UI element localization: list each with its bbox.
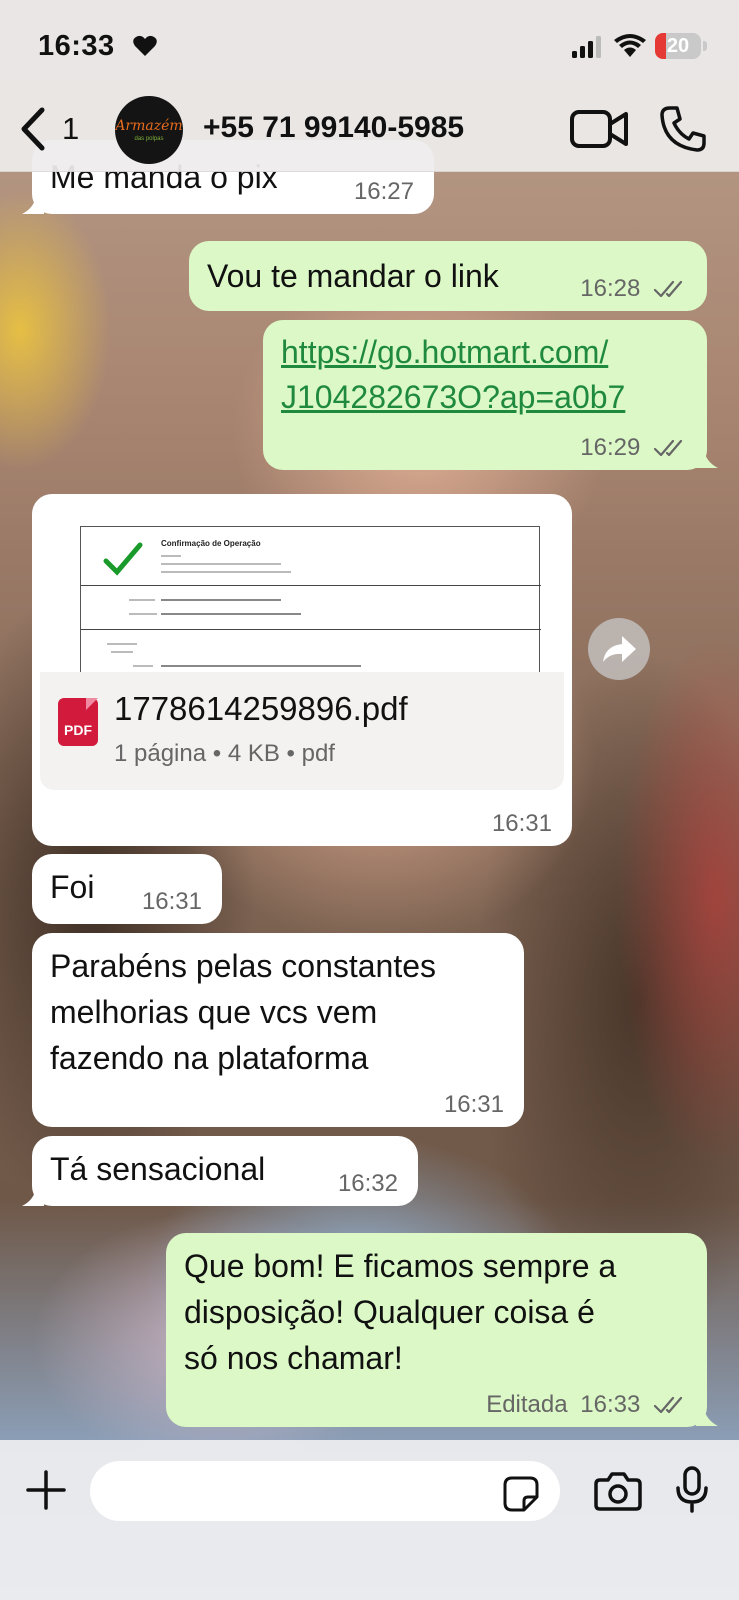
battery-level: 20 xyxy=(666,35,690,57)
message-time: 16:28 xyxy=(580,275,641,302)
message-outgoing[interactable]: Vou te mandar o link 16:28 xyxy=(189,241,707,311)
message-incoming[interactable]: Tá sensacional 16:32 xyxy=(32,1136,418,1206)
message-line: melhorias que vcs vem xyxy=(50,994,378,1030)
contact-name[interactable]: +55 71 99140-5985 xyxy=(203,111,464,145)
pdf-icon-label: PDF xyxy=(64,722,92,738)
forward-icon xyxy=(603,636,636,662)
chevron-left-icon[interactable] xyxy=(14,104,54,154)
bubble-tail xyxy=(696,1408,718,1426)
document-file-name: 1778614259896.pdf xyxy=(114,690,408,727)
bubble-tail xyxy=(696,450,718,468)
signal-icon xyxy=(572,36,601,58)
plus-icon[interactable] xyxy=(24,1468,68,1512)
message-line: Que bom! E ficamos sempre a xyxy=(184,1248,617,1284)
double-check-icon xyxy=(653,1396,683,1414)
message-line: disposição! Qualquer coisa é xyxy=(184,1294,595,1330)
message-time: 16:32 xyxy=(337,1170,398,1197)
message-time: 16:29 xyxy=(580,434,641,461)
message-text: Que bom! E ficamos sempre a disposição! … xyxy=(184,1243,616,1381)
message-document[interactable]: Confirmação de Operação PDF 177861425989… xyxy=(32,494,572,846)
message-time: 16:33 xyxy=(580,1391,641,1418)
message-outgoing-link[interactable]: https://go.hotmart.com/ J104282673O?ap=a… xyxy=(263,320,707,470)
bubble-tail xyxy=(22,196,44,214)
message-time: 16:31 xyxy=(141,888,202,915)
bubble-tail xyxy=(22,1188,44,1206)
message-text: Parabéns pelas constantes melhorias que … xyxy=(50,943,436,1081)
document-preview[interactable]: Confirmação de Operação xyxy=(40,502,564,672)
microphone-icon[interactable] xyxy=(674,1466,710,1514)
avatar-logo-subtext: das polpas xyxy=(134,136,164,142)
message-line: só nos chamar! xyxy=(184,1340,403,1376)
message-incoming[interactable]: Foi 16:31 xyxy=(32,854,222,924)
status-time: 16:33 xyxy=(38,30,115,62)
sticker-icon[interactable] xyxy=(502,1475,540,1513)
phone-icon[interactable] xyxy=(658,104,708,154)
unread-count[interactable]: 1 xyxy=(62,111,79,147)
message-text: Vou te mandar o link xyxy=(207,258,499,294)
message-incoming[interactable]: Parabéns pelas constantes melhorias que … xyxy=(32,933,524,1127)
message-time: 16:31 xyxy=(491,810,552,837)
message-line: fazendo na plataforma xyxy=(50,1040,369,1076)
message-time: 16:31 xyxy=(443,1091,504,1118)
double-check-icon xyxy=(653,439,683,457)
message-text: Foi xyxy=(50,869,95,905)
avatar-logo-text: Armazém xyxy=(115,118,183,134)
message-line: Parabéns pelas constantes xyxy=(50,948,437,984)
message-time: 16:27 xyxy=(353,178,414,205)
document-page: Confirmação de Operação xyxy=(80,526,541,672)
double-check-icon xyxy=(653,280,683,298)
pdf-file-icon: PDF xyxy=(58,698,98,746)
checkmark-icon xyxy=(103,542,143,576)
contact-avatar[interactable]: Armazém das polpas xyxy=(115,96,183,164)
link-line: J104282673O?ap=a0b7 xyxy=(281,379,626,415)
edited-label: Editada xyxy=(486,1391,568,1418)
wifi-icon xyxy=(614,34,646,57)
message-meta: Editada 16:33 xyxy=(486,1391,687,1419)
document-file-meta: 1 página • 4 KB • pdf xyxy=(114,740,335,767)
link-line: https://go.hotmart.com/ xyxy=(281,334,609,370)
camera-icon[interactable] xyxy=(594,1471,642,1511)
video-icon[interactable] xyxy=(570,108,630,150)
message-meta: 16:28 xyxy=(580,275,687,303)
message-input[interactable] xyxy=(90,1461,560,1521)
heart-icon xyxy=(133,35,157,56)
document-info: PDF 1778614259896.pdf 1 página • 4 KB • … xyxy=(40,672,564,790)
document-preview-title: Confirmação de Operação xyxy=(161,539,261,548)
message-outgoing[interactable]: Que bom! E ficamos sempre a disposição! … xyxy=(166,1233,707,1427)
forward-button[interactable] xyxy=(588,618,650,680)
message-text: Tá sensacional xyxy=(50,1151,266,1187)
composer-bar xyxy=(0,1440,739,1600)
chat-header: 16:33 20 1 Armazém das polpas +55 71 991… xyxy=(0,0,739,172)
message-meta: 16:29 xyxy=(580,434,687,462)
message-link[interactable]: https://go.hotmart.com/ J104282673O?ap=a… xyxy=(281,330,625,420)
battery-icon: 20 xyxy=(655,33,701,59)
